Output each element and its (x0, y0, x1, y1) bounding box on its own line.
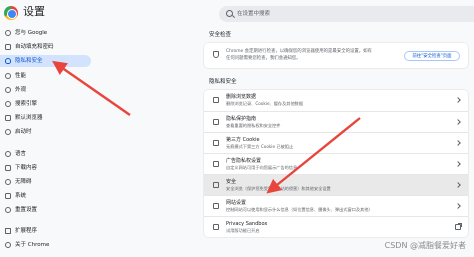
extension-icon (5, 228, 11, 234)
row-clear-browsing-data[interactable]: 删除浏览数据 删除浏览记录、Cookie、缓存及其他数据 (204, 90, 468, 111)
reset-icon (5, 207, 11, 213)
sidebar-item-default-browser[interactable]: 默认浏览器 (0, 112, 91, 124)
ad-privacy-icon (213, 161, 219, 167)
row-privacy-guide[interactable]: 隐私保护指南 查看重要的隐私权和安全控件 (204, 111, 468, 132)
sidebar-item-label: 性能 (15, 73, 27, 79)
row-description: 安全浏览（保护您免受危险网站的侵害）和其他安全设置 (226, 186, 331, 191)
sandbox-icon (213, 224, 219, 230)
sidebar-item-you-and-google[interactable]: 您与 Google (0, 27, 91, 39)
language-icon (5, 151, 11, 157)
row-security[interactable]: 安全 安全浏览（保护您免受危险网站的侵害）和其他安全设置 (204, 174, 468, 195)
row-description: 查看重要的隐私权和安全控件 (226, 123, 281, 128)
search-box[interactable]: 在设置中搜索 (219, 6, 474, 22)
privacy-heading: 隐私和安全 (209, 79, 237, 85)
external-link-icon (455, 223, 462, 230)
row-title: 网站设置 (226, 200, 247, 206)
row-ad-privacy[interactable]: 广告隐私权设置 自定义网站可用于向您展示广告的信息 (204, 153, 468, 174)
row-description: 试用版功能已开启 (226, 228, 260, 233)
sidebar-item-extensions[interactable]: 扩展程序 (0, 225, 91, 237)
sidebar-item-accessibility[interactable]: 无障碍 (0, 176, 91, 188)
browser-icon (5, 115, 11, 121)
sidebar-item-label: 默认浏览器 (15, 115, 43, 121)
sidebar-item-label: 启动时 (15, 129, 32, 135)
palette-icon (5, 87, 11, 93)
row-title: Privacy Sandbox (226, 221, 268, 227)
row-description: 自定义网站可用于向您展示广告的信息 (226, 165, 298, 170)
row-third-party-cookies[interactable]: 第三方 Cookie 无痕模式下第三方 Cookie 已被阻止 (204, 132, 468, 153)
cookie-icon (213, 140, 219, 146)
sidebar-item-label: 自动填充和密码 (15, 44, 54, 50)
sidebar: 您与 Google 自动填充和密码 隐私和安全 性能 外观 搜索引擎 默认浏览器… (0, 0, 120, 257)
sidebar-item-on-startup[interactable]: 启动时 (0, 126, 91, 138)
row-privacy-sandbox[interactable]: Privacy Sandbox 试用版功能已开启 (204, 216, 468, 237)
sidebar-item-about-chrome[interactable]: 关于 Chrome (0, 239, 91, 251)
chevron-right-icon (455, 140, 461, 146)
download-icon (5, 165, 11, 171)
wrench-icon (5, 193, 11, 199)
safety-check-card: Chrome 会定期进行检查，以确保您的浏览器使用的是最安全的设置。如有任何问题… (204, 43, 468, 68)
chevron-right-icon (455, 97, 461, 103)
row-title: 广告隐私权设置 (226, 158, 262, 164)
row-title: 删除浏览数据 (226, 94, 257, 100)
shield-icon (5, 58, 11, 64)
chevron-right-icon (455, 182, 461, 188)
privacy-guide-icon (213, 119, 219, 125)
sidebar-item-label: 重置设置 (15, 207, 38, 213)
sidebar-item-label: 您与 Google (15, 30, 48, 36)
shield-check-icon (213, 51, 219, 58)
sidebar-item-label: 系统 (15, 193, 27, 199)
sidebar-item-privacy[interactable]: 隐私和安全 (0, 55, 91, 67)
sidebar-item-performance[interactable]: 性能 (0, 70, 91, 82)
row-description: 控制网站可以使用和显示什么信息（如位置信息、摄像头、弹出式窗口及其他） (226, 207, 373, 212)
safety-check-heading: 安全检查 (209, 32, 232, 38)
site-settings-icon (213, 203, 219, 209)
power-icon (5, 129, 11, 135)
row-description: 无痕模式下第三方 Cookie 已被阻止 (226, 144, 294, 149)
trash-icon (213, 97, 219, 103)
person-icon (5, 30, 11, 36)
row-title: 隐私保护指南 (226, 116, 257, 122)
privacy-card: 删除浏览数据 删除浏览记录、Cookie、缓存及其他数据 隐私保护指南 查看重要… (204, 90, 468, 237)
lock-icon (213, 182, 219, 188)
watermark: CSDN @减脂餐爱好者 (384, 241, 466, 250)
sidebar-item-label: 搜索引擎 (15, 101, 38, 107)
sidebar-item-label: 关于 Chrome (15, 242, 50, 248)
sidebar-item-label: 扩展程序 (15, 228, 38, 234)
sidebar-item-label: 隐私和安全 (15, 58, 43, 64)
search-input[interactable]: 在设置中搜索 (237, 9, 270, 19)
sidebar-item-label: 无障碍 (15, 179, 32, 185)
row-description: 删除浏览记录、Cookie、缓存及其他数据 (226, 101, 304, 106)
sidebar-item-downloads[interactable]: 下载内容 (0, 162, 91, 174)
speed-icon (5, 73, 11, 79)
sidebar-item-label: 下载内容 (15, 165, 38, 171)
chrome-icon (5, 242, 11, 248)
chevron-right-icon (455, 119, 461, 125)
go-to-safety-check-button[interactable]: 前往"安全检查"页面 (404, 51, 460, 61)
sidebar-item-label: 外观 (15, 87, 27, 93)
row-title: 第三方 Cookie (226, 137, 260, 143)
sidebar-item-reset[interactable]: 重置设置 (0, 204, 91, 216)
safety-check-row: Chrome 会定期进行检查，以确保您的浏览器使用的是最安全的设置。如有任何问题… (204, 43, 468, 68)
chevron-right-icon (455, 161, 461, 167)
sidebar-item-autofill[interactable]: 自动填充和密码 (0, 41, 91, 53)
safety-check-text: Chrome 会定期进行检查，以确保您的浏览器使用的是最安全的设置。如有任何问题… (226, 49, 372, 61)
search-icon (5, 101, 11, 107)
sidebar-item-system[interactable]: 系统 (0, 190, 91, 202)
sidebar-item-label: 语言 (15, 151, 27, 157)
sidebar-item-appearance[interactable]: 外观 (0, 84, 91, 96)
sidebar-item-languages[interactable]: 语言 (0, 148, 91, 160)
accessibility-icon (5, 179, 11, 185)
chevron-right-icon (455, 203, 461, 209)
sidebar-item-search-engine[interactable]: 搜索引擎 (0, 98, 91, 110)
autofill-icon (5, 44, 11, 50)
row-title: 安全 (226, 179, 237, 185)
search-icon (226, 10, 233, 17)
row-site-settings[interactable]: 网站设置 控制网站可以使用和显示什么信息（如位置信息、摄像头、弹出式窗口及其他） (204, 195, 468, 216)
